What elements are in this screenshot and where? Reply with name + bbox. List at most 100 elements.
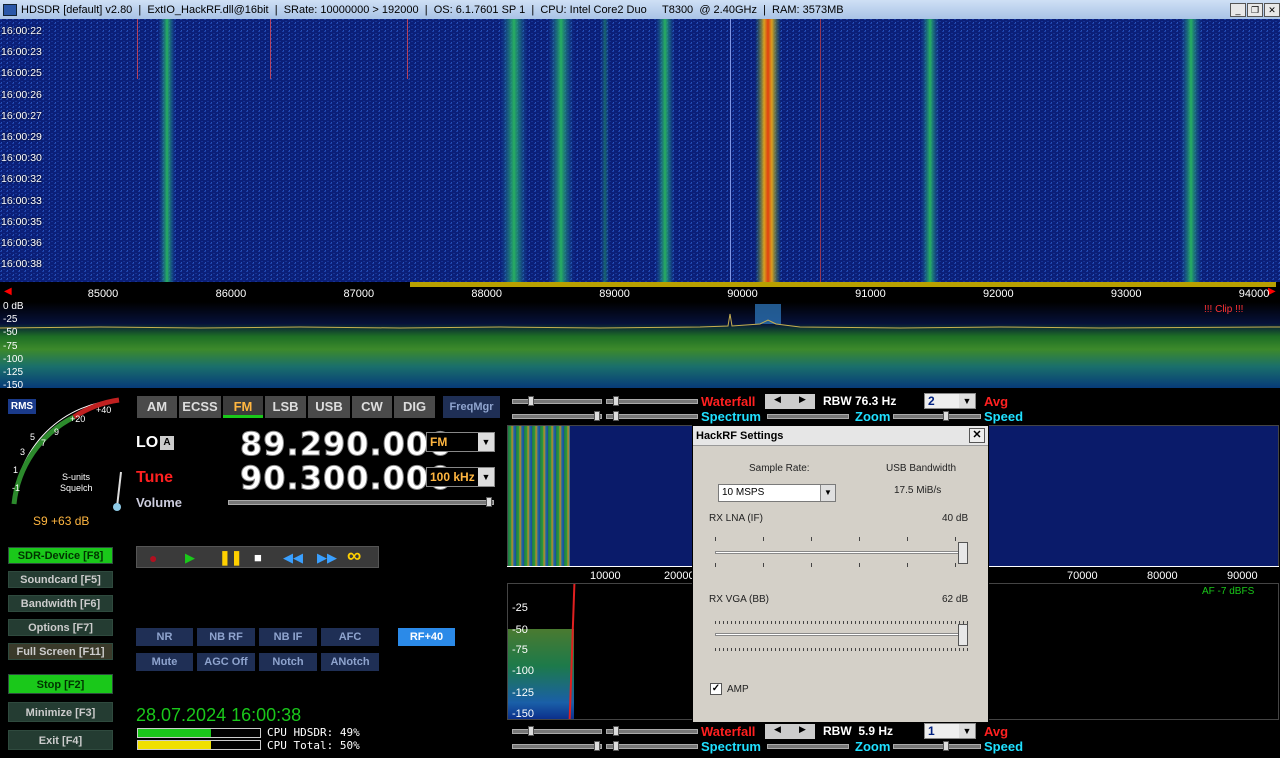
- spectrum-contrast-slider[interactable]: [512, 414, 602, 419]
- freqmgr-button[interactable]: FreqMgr: [443, 396, 500, 418]
- sample-rate-select[interactable]: 10 MSPS ▼: [718, 484, 836, 502]
- notch-button[interactable]: Notch: [259, 653, 317, 671]
- af-waterfall-label: Waterfall: [701, 724, 756, 739]
- close-window-button[interactable]: ✕: [1264, 2, 1280, 17]
- chevron-down-icon: ▼: [959, 394, 975, 408]
- filter-bandwidth-bar[interactable]: [410, 282, 1276, 287]
- slider-handle[interactable]: [943, 411, 949, 421]
- play-icon[interactable]: ▶: [185, 550, 195, 566]
- slider-handle[interactable]: [613, 741, 619, 751]
- rf-waterfall[interactable]: 16:00:22 16:00:23 16:00:25 16:00:26 16:00:27…: [0, 19, 1280, 282]
- spectrum-brightness-slider[interactable]: [606, 414, 698, 419]
- volume-slider-handle[interactable]: [486, 497, 492, 507]
- anotch-button[interactable]: ANotch: [321, 653, 379, 671]
- slider-handle[interactable]: [613, 396, 619, 406]
- stop-icon[interactable]: ■: [254, 550, 262, 565]
- nr-button[interactable]: NR: [136, 628, 193, 646]
- nb-if-button[interactable]: NB IF: [259, 628, 317, 646]
- slider-handle[interactable]: [528, 396, 534, 406]
- mode-am-button[interactable]: AM: [137, 396, 177, 418]
- soundcard-button[interactable]: Soundcard [F5]: [8, 571, 113, 588]
- slider-handle[interactable]: [943, 741, 949, 751]
- pause-icon[interactable]: ❚❚: [219, 549, 242, 566]
- waterfall-timestamp: 16:00:26: [1, 88, 42, 101]
- slider-handle[interactable]: [528, 726, 534, 736]
- af-waterfall-brightness-slider[interactable]: [606, 729, 698, 734]
- afc-button[interactable]: AFC: [321, 628, 379, 646]
- rx-lna-slider[interactable]: [715, 551, 967, 554]
- title-config: [default]: [63, 3, 103, 16]
- mode-ecss-button[interactable]: ECSS: [179, 396, 221, 418]
- rx-vga-slider-handle[interactable]: [958, 624, 968, 646]
- arrow-left-icon[interactable]: ◀: [765, 724, 790, 739]
- rf-zoom-left-slider[interactable]: [767, 414, 849, 419]
- af-rbw-stepper[interactable]: ◀ ▶: [765, 724, 815, 739]
- dialog-title-bar[interactable]: HackRF Settings ✕: [693, 426, 988, 446]
- nb-rf-button[interactable]: NB RF: [197, 628, 255, 646]
- slider-handle[interactable]: [594, 411, 600, 421]
- sdr-device-button[interactable]: SDR-Device [F8]: [8, 547, 113, 564]
- tune-frequency-display[interactable]: 90.300.000: [239, 459, 452, 498]
- options-button[interactable]: Options [F7]: [8, 619, 113, 636]
- restore-window-button[interactable]: ❐: [1247, 2, 1263, 17]
- af-zoom-left-slider[interactable]: [767, 744, 849, 749]
- rf-speed-slider[interactable]: [893, 414, 981, 419]
- rf-rbw-stepper[interactable]: ◀ ▶: [765, 394, 815, 409]
- hackrf-settings-dialog: HackRF Settings ✕ Sample Rate: USB Bandwi…: [692, 425, 989, 723]
- record-icon[interactable]: ●: [149, 550, 157, 566]
- arrow-right-icon[interactable]: ▶: [790, 724, 815, 739]
- slider-handle[interactable]: [613, 726, 619, 736]
- waterfall-contrast-slider[interactable]: [512, 399, 602, 404]
- tune-step-select[interactable]: 100 kHz ▼: [426, 467, 495, 487]
- scroll-left-icon[interactable]: ◀: [4, 286, 12, 297]
- minimize-window-button[interactable]: _: [1230, 2, 1246, 17]
- lo-mode-select[interactable]: FM ▼: [426, 432, 495, 452]
- title-extio: ExtIO_HackRF.dll@16bit: [147, 3, 269, 16]
- rewind-icon[interactable]: ◀◀: [283, 550, 303, 566]
- exit-button[interactable]: Exit [F4]: [8, 730, 113, 750]
- lo-lock-button[interactable]: A: [160, 436, 174, 450]
- s-meter-reading: S9 +63 dB: [33, 514, 90, 528]
- rf-frequency-scale[interactable]: ◀ ▶ 85000 86000 87000 88000 89000 90000 91000 9…: [0, 282, 1280, 302]
- rf-spectrum[interactable]: 0 dB -25 -50 -75 -100 -125 -150 !!! Clip !!!: [0, 302, 1280, 388]
- arrow-right-icon[interactable]: ▶: [790, 394, 815, 409]
- s-scale-label: 1: [13, 465, 19, 475]
- af-spectrum-contrast-slider[interactable]: [512, 744, 602, 749]
- mode-lsb-button[interactable]: LSB: [265, 396, 306, 418]
- volume-slider[interactable]: [228, 500, 494, 505]
- rf-avg-select[interactable]: 2 ▼: [924, 393, 976, 409]
- mode-usb-button[interactable]: USB: [308, 396, 350, 418]
- waterfall-brightness-slider[interactable]: [606, 399, 698, 404]
- waterfall-timestamp: 16:00:23: [1, 46, 42, 59]
- mute-button[interactable]: Mute: [136, 653, 193, 671]
- minimize-button[interactable]: Minimize [F3]: [8, 702, 113, 722]
- mode-dig-button[interactable]: DIG: [394, 396, 435, 418]
- full-screen-button[interactable]: Full Screen [F11]: [8, 643, 113, 660]
- mode-cw-button[interactable]: CW: [352, 396, 392, 418]
- squelch-label: Squelch: [60, 483, 93, 493]
- arrow-left-icon[interactable]: ◀: [765, 394, 790, 409]
- slider-handle[interactable]: [613, 411, 619, 421]
- amp-label: AMP: [727, 684, 749, 695]
- rx-vga-slider[interactable]: [715, 633, 967, 636]
- rx-lna-slider-handle[interactable]: [958, 542, 968, 564]
- amp-checkbox[interactable]: ✓: [710, 683, 722, 695]
- bandwidth-button[interactable]: Bandwidth [F6]: [8, 595, 113, 612]
- agc-off-button[interactable]: AGC Off: [197, 653, 255, 671]
- rf-plus40-button[interactable]: RF+40: [398, 628, 455, 646]
- af-spectrum-brightness-slider[interactable]: [606, 744, 698, 749]
- dialog-close-icon[interactable]: ✕: [969, 428, 985, 443]
- af-avg-select[interactable]: 1 ▼: [924, 723, 976, 739]
- mode-fm-button[interactable]: FM: [223, 396, 263, 418]
- rx-lna-label: RX LNA (IF): [709, 513, 763, 524]
- fast-forward-icon[interactable]: ▶▶: [317, 550, 337, 566]
- af-speed-slider[interactable]: [893, 744, 981, 749]
- volume-label: Volume: [136, 495, 182, 510]
- chevron-down-icon: ▼: [478, 468, 494, 486]
- slider-handle[interactable]: [594, 741, 600, 751]
- stop-button[interactable]: Stop [F2]: [8, 674, 113, 694]
- af-waterfall-contrast-slider[interactable]: [512, 729, 602, 734]
- usb-bandwidth-value: 17.5 MiB/s: [894, 485, 942, 496]
- loop-icon[interactable]: ∞: [347, 545, 361, 568]
- lo-frequency-display[interactable]: 89.290.000: [239, 425, 452, 464]
